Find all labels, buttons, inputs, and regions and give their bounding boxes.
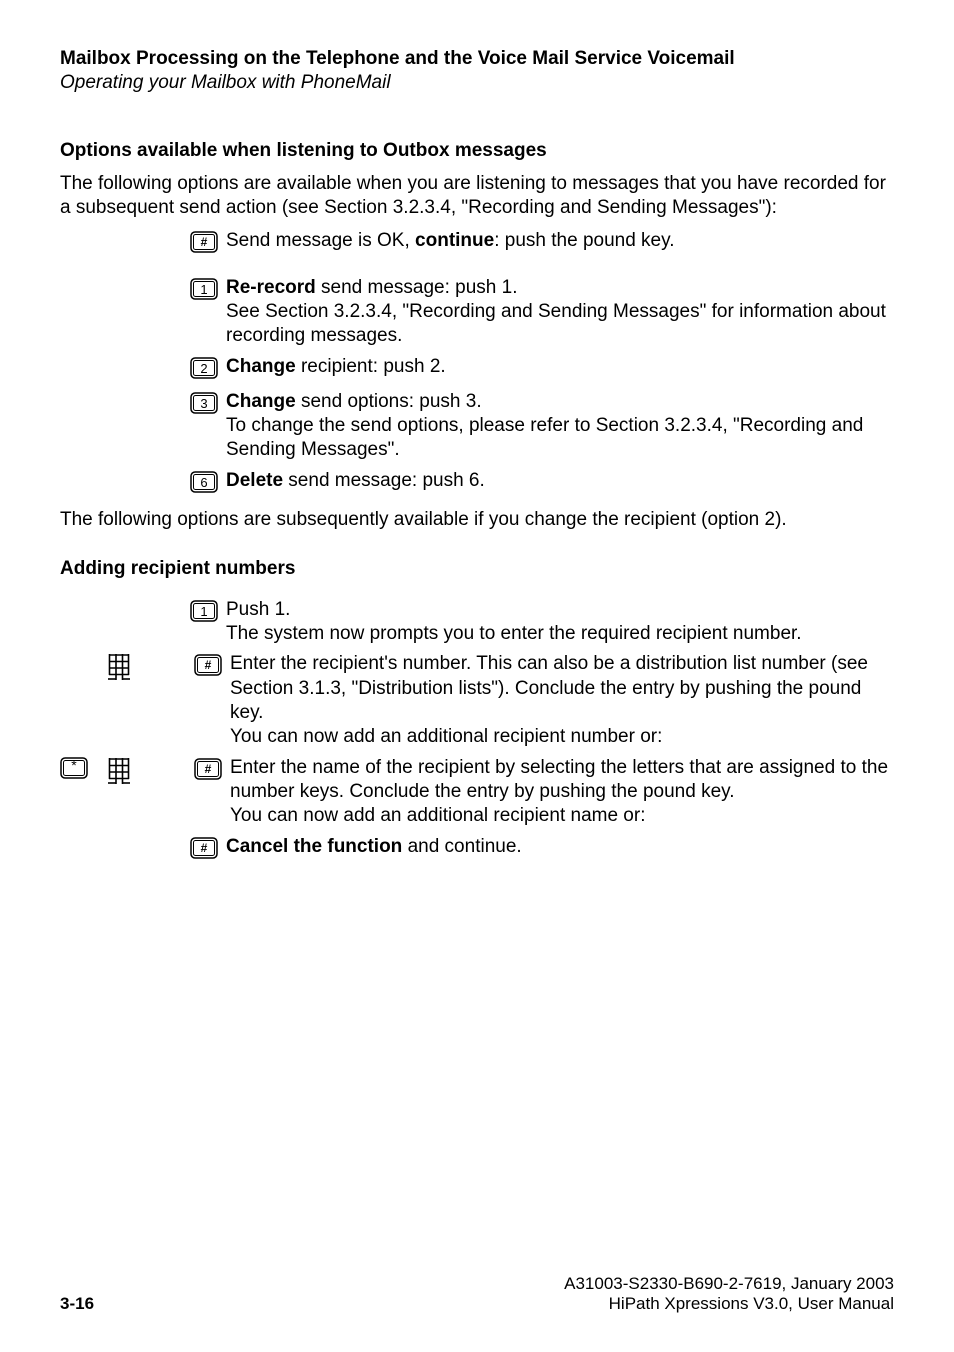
svg-text:1: 1	[200, 282, 207, 297]
page-number: 3-16	[60, 1294, 94, 1314]
pound-key-icon: #	[194, 654, 222, 681]
star-key-icon: *	[60, 757, 88, 784]
list-item: # Send message is OK, continue: push the…	[190, 229, 894, 258]
svg-text:3: 3	[200, 396, 207, 411]
six-key-icon: 6	[190, 471, 218, 498]
svg-text:#: #	[205, 658, 212, 672]
section1-followup: The following options are subsequently a…	[60, 508, 894, 532]
item-extra: See Section 3.2.3.4, "Recording and Send…	[226, 301, 886, 346]
list-item: # Cancel the function and continue.	[190, 835, 894, 864]
item-bold: Change	[226, 356, 296, 377]
item-text2: You can now add an additional recipient …	[230, 726, 662, 747]
one-key-icon: 1	[190, 600, 218, 627]
list-item: 1 Push 1. The system now prompts you to …	[190, 598, 894, 647]
running-subtitle: Operating your Mailbox with PhoneMail	[60, 72, 894, 94]
svg-text:*: *	[71, 757, 77, 773]
item-text: Enter the recipient's number. This can a…	[230, 653, 868, 723]
svg-text:#: #	[201, 841, 208, 855]
item-text2: You can now add an additional recipient …	[230, 805, 645, 826]
item-post: recipient: push 2.	[296, 356, 446, 377]
two-key-icon: 2	[190, 357, 218, 384]
item-post: : push the pound key.	[494, 230, 674, 251]
item-post: send message: push 1.	[316, 277, 518, 298]
list-item: 1 Re-record send message: push 1. See Se…	[190, 276, 894, 349]
section2-heading: Adding recipient numbers	[60, 558, 894, 580]
item-pre: Send message is OK,	[226, 230, 415, 251]
item-post: send message: push 6.	[283, 470, 485, 491]
list-item: 3 Change send options: push 3. To change…	[190, 390, 894, 463]
svg-text:6: 6	[200, 475, 207, 490]
item-bold: Change	[226, 391, 296, 412]
item-text: Enter the name of the recipient by selec…	[230, 757, 888, 802]
item-extra: To change the send options, please refer…	[226, 415, 863, 460]
one-key-icon: 1	[190, 278, 218, 305]
keypad-icon	[108, 653, 130, 686]
section1-intro: The following options are available when…	[60, 172, 894, 221]
svg-text:1: 1	[200, 604, 207, 619]
keypad-icon	[108, 757, 130, 790]
item-post: send options: push 3.	[296, 391, 482, 412]
item-bold: Re-record	[226, 277, 316, 298]
svg-text:#: #	[201, 235, 208, 249]
running-title: Mailbox Processing on the Telephone and …	[60, 48, 894, 70]
pound-key-icon: #	[190, 231, 218, 258]
list-item: 2 Change recipient: push 2.	[190, 355, 894, 384]
item-bold: Delete	[226, 470, 283, 491]
three-key-icon: 3	[190, 392, 218, 419]
product-name: HiPath Xpressions V3.0, User Manual	[564, 1294, 894, 1314]
svg-text:#: #	[205, 762, 212, 776]
list-item: 6 Delete send message: push 6.	[190, 469, 894, 498]
list-item: * # Enter the name of the recipient by s…	[60, 756, 894, 829]
item-line2: The system now prompts you to enter the …	[226, 623, 802, 644]
svg-text:2: 2	[200, 361, 207, 376]
list-item: # Enter the recipient's number. This can…	[108, 652, 894, 749]
page-footer: 3-16 A31003-S2330-B690-2-7619, January 2…	[60, 1274, 894, 1314]
item-bold: continue	[415, 230, 494, 251]
pound-key-icon: #	[194, 758, 222, 785]
item-bold: Cancel the function	[226, 836, 402, 857]
item-line1: Push 1.	[226, 599, 290, 620]
doc-id: A31003-S2330-B690-2-7619, January 2003	[564, 1274, 894, 1294]
item-post: and continue.	[402, 836, 521, 857]
pound-key-icon: #	[190, 837, 218, 864]
section1-heading: Options available when listening to Outb…	[60, 140, 894, 162]
